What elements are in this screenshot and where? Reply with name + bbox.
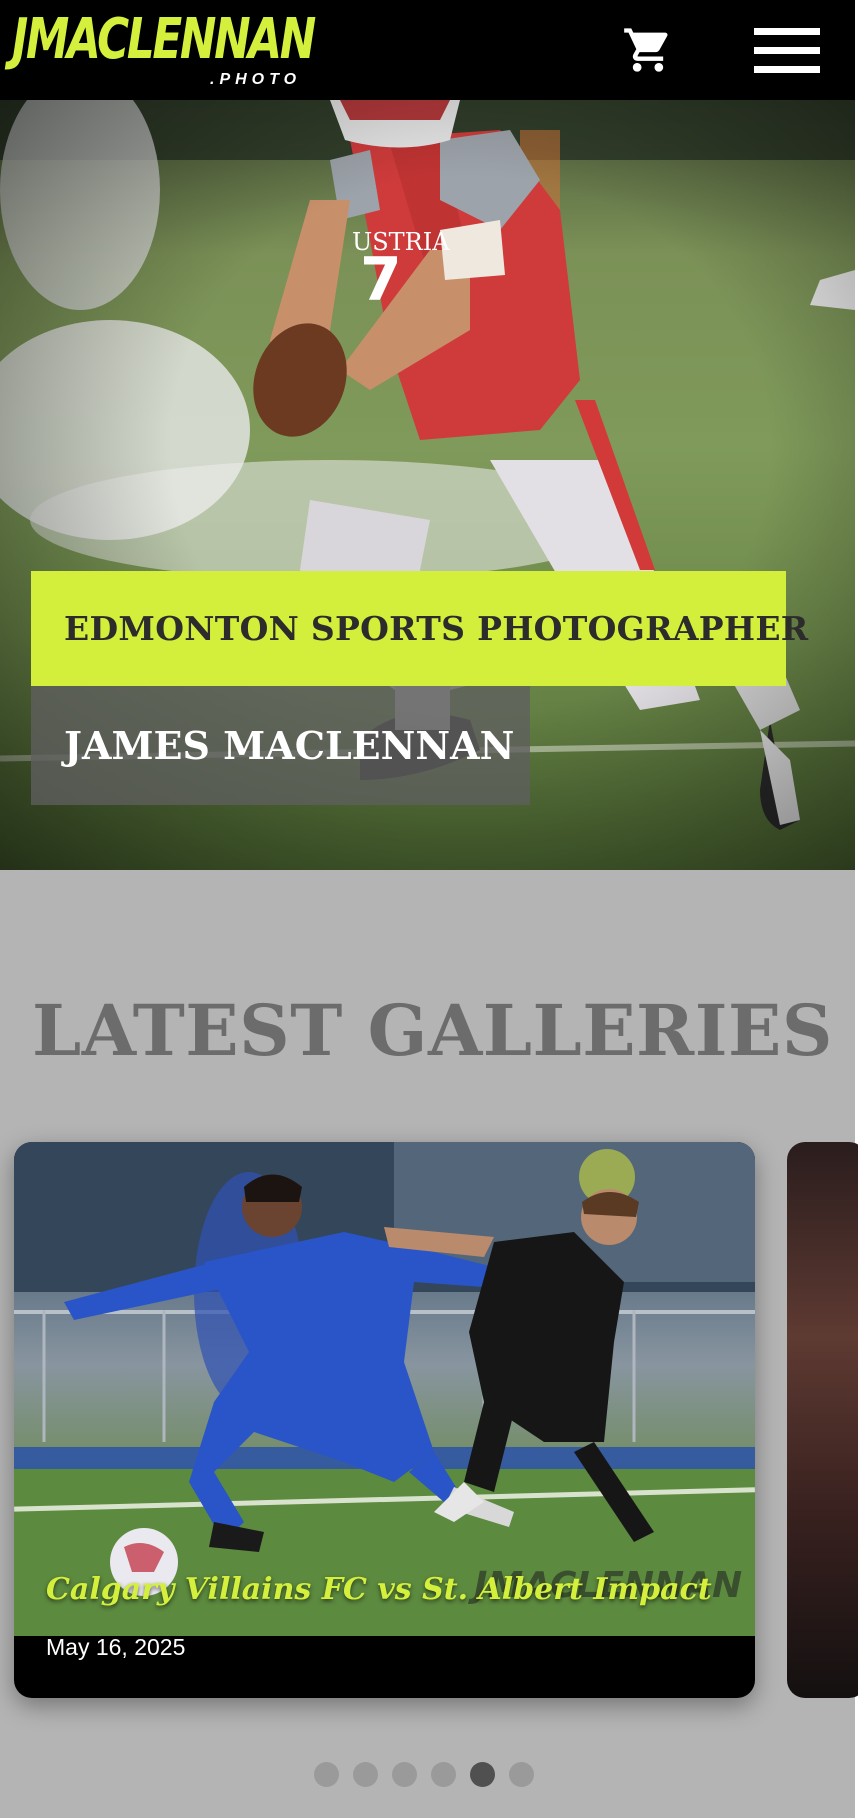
- carousel-dot[interactable]: [509, 1762, 534, 1787]
- gallery-card[interactable]: JMACLENNAN Calgary Villains FC vs St. Al…: [14, 1142, 755, 1698]
- carousel-dot[interactable]: [314, 1762, 339, 1787]
- hero-headline: EDMONTON SPORTS PHOTOGRAPHER: [64, 609, 809, 648]
- carousel-dot[interactable]: [353, 1762, 378, 1787]
- cart-button[interactable]: [620, 24, 676, 76]
- site-logo[interactable]: JMACLENNAN .PHOTO: [12, 12, 332, 90]
- gallery-card-title: Calgary Villains FC vs St. Albert Impact: [46, 1572, 712, 1607]
- carousel-dot[interactable]: [431, 1762, 456, 1787]
- hero-headline-box: EDMONTON SPORTS PHOTOGRAPHER: [31, 571, 808, 686]
- latest-galleries-title: LATEST GALLERIES: [32, 989, 833, 1072]
- carousel-dot[interactable]: [392, 1762, 417, 1787]
- gallery-card-next-peek[interactable]: [787, 1142, 858, 1698]
- hero-name-box: JAMES MACLENNAN: [31, 686, 530, 805]
- gallery-card-photo: JMACLENNAN: [14, 1142, 755, 1636]
- hero-name: JAMES MACLENNAN: [64, 723, 515, 768]
- hero-banner: 7 USTRIA EDMONTON SPORTS PHOTOGRAPHER JA…: [0, 100, 855, 870]
- logo-subtext: .PHOTO: [210, 71, 302, 88]
- site-header: JMACLENNAN .PHOTO: [0, 0, 858, 100]
- logo-wordmark: JMACLENNAN: [12, 7, 316, 72]
- carousel-dot-active[interactable]: [470, 1762, 495, 1787]
- hamburger-menu-button[interactable]: [752, 26, 822, 74]
- shopping-cart-icon: [624, 28, 668, 72]
- gallery-card-date: May 16, 2025: [46, 1634, 186, 1660]
- carousel-pagination: [314, 1762, 534, 1788]
